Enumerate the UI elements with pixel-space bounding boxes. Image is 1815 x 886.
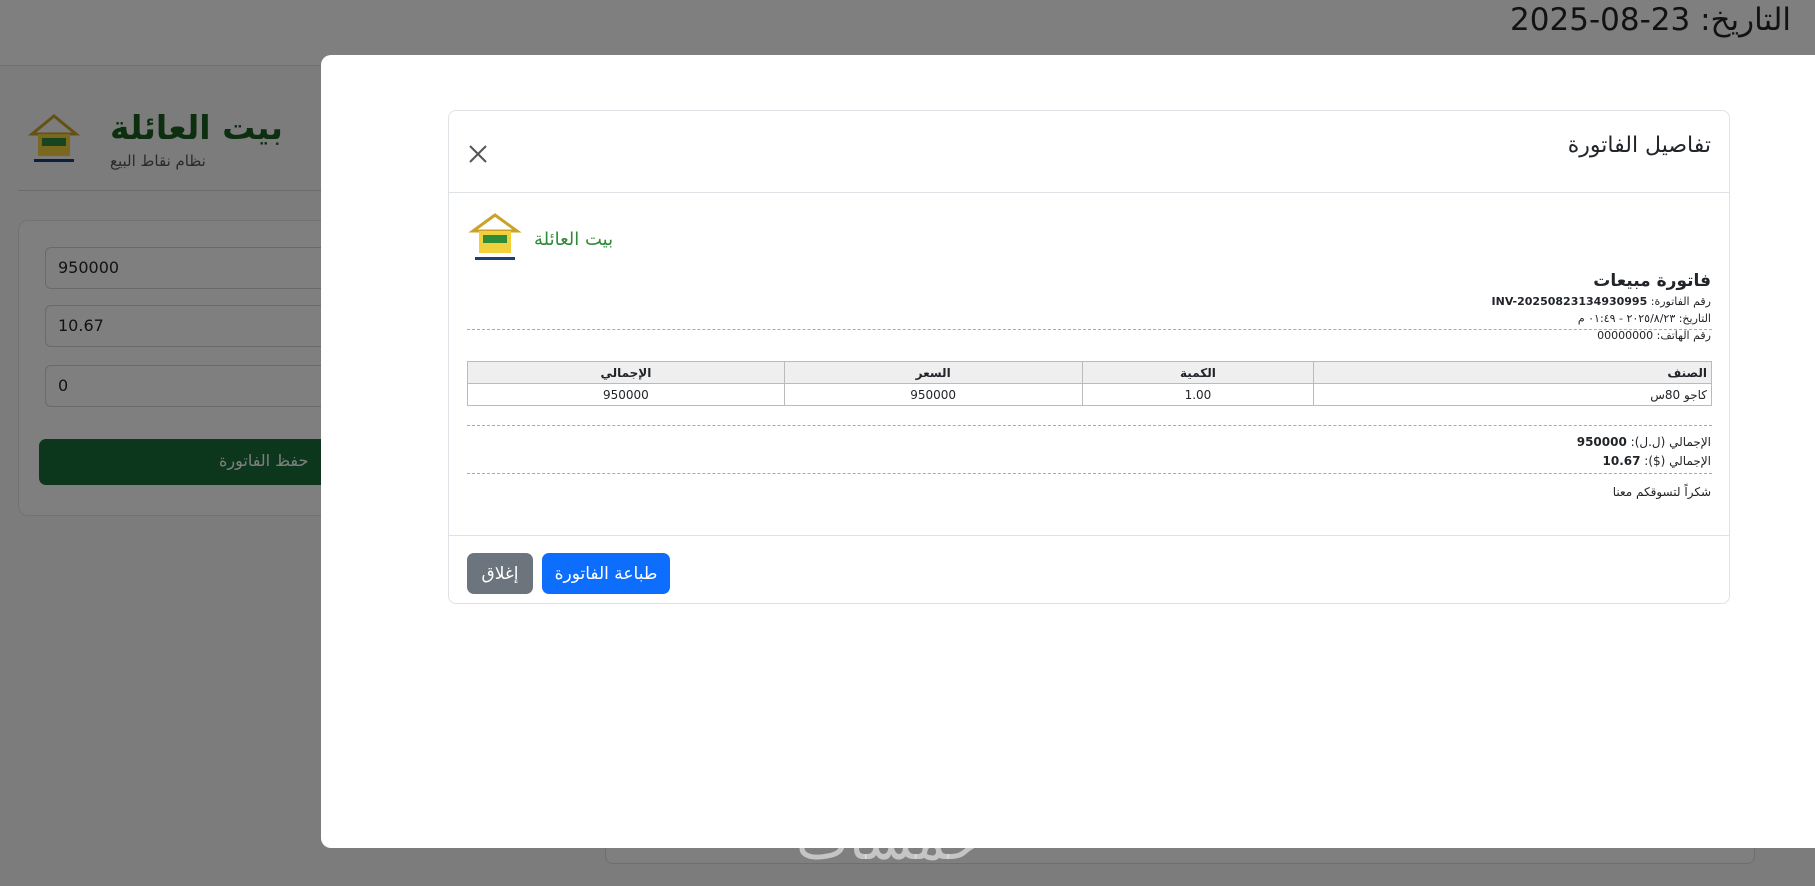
dialog-title: تفاصيل الفاتورة <box>1567 133 1711 158</box>
header-total: الإجمالي <box>467 361 785 384</box>
print-invoice-button[interactable]: طباعة الفاتورة <box>542 553 670 594</box>
store-name: بيت العائلة <box>534 229 614 250</box>
totals-block: الإجمالي (ل.ل): 950000 الإجمالي ($): 10.… <box>1577 433 1711 471</box>
house-logo-icon <box>468 213 522 260</box>
invoice-modal: تفاصيل الفاتورة بيت العائلة فاتورة مبيعا… <box>321 55 1815 848</box>
invoice-dialog: تفاصيل الفاتورة بيت العائلة فاتورة مبيعا… <box>448 110 1730 604</box>
cell-qty: 1.00 <box>1081 383 1315 406</box>
dashed-divider <box>467 473 1712 474</box>
invoice-items-table: الصنف الكمية السعر الإجمالي كاجو 80س 1.0… <box>467 361 1712 406</box>
header-price: السعر <box>783 361 1083 384</box>
table-header-row: الصنف الكمية السعر الإجمالي <box>467 361 1712 384</box>
cell-total: 950000 <box>467 383 785 406</box>
total-usd-line: الإجمالي ($): 10.67 <box>1577 452 1712 471</box>
dashed-divider <box>467 329 1712 330</box>
watermark-text: خمسات <box>796 808 983 873</box>
table-row: كاجو 80س 1.00 950000 950000 <box>467 383 1712 406</box>
invoice-number: INV-20250823134930995 <box>1491 295 1648 308</box>
dialog-footer: إغلاق طباعة الفاتورة <box>449 535 1729 605</box>
receipt-heading: فاتورة مبيعات <box>1593 271 1711 291</box>
cell-price: 950000 <box>783 383 1083 406</box>
invoice-date: التاريخ: ٢٠٢٥/٨/٢٣ - ٠١:٤٩ م <box>1577 312 1711 325</box>
dialog-body: بيت العائلة فاتورة مبيعات رقم الفاتورة: … <box>449 193 1729 535</box>
total-usd-value: 10.67 <box>1602 454 1641 468</box>
receipt-header: فاتورة مبيعات رقم الفاتورة: INV-20250823… <box>1291 271 1711 344</box>
cell-item: كاجو 80س <box>1313 383 1712 406</box>
close-dialog-button[interactable]: إغلاق <box>467 553 533 594</box>
dashed-divider <box>467 425 1712 426</box>
invoice-number-line: رقم الفاتورة: INV-20250823134930995 <box>1291 293 1711 310</box>
total-lbp-label: الإجمالي (ل.ل): <box>1630 435 1711 449</box>
total-lbp-value: 950000 <box>1576 435 1627 449</box>
total-usd-label: الإجمالي ($): <box>1644 454 1711 468</box>
dialog-header: تفاصيل الفاتورة <box>449 111 1729 193</box>
close-button[interactable] <box>463 139 493 169</box>
header-qty: الكمية <box>1081 361 1315 384</box>
close-icon <box>469 145 487 163</box>
header-item: الصنف <box>1313 361 1712 384</box>
total-lbp-line: الإجمالي (ل.ل): 950000 <box>1577 433 1711 452</box>
thanks-message: شكراً لتسوقكم معنا <box>1612 485 1711 499</box>
invoice-number-label: رقم الفاتورة: <box>1650 295 1711 308</box>
